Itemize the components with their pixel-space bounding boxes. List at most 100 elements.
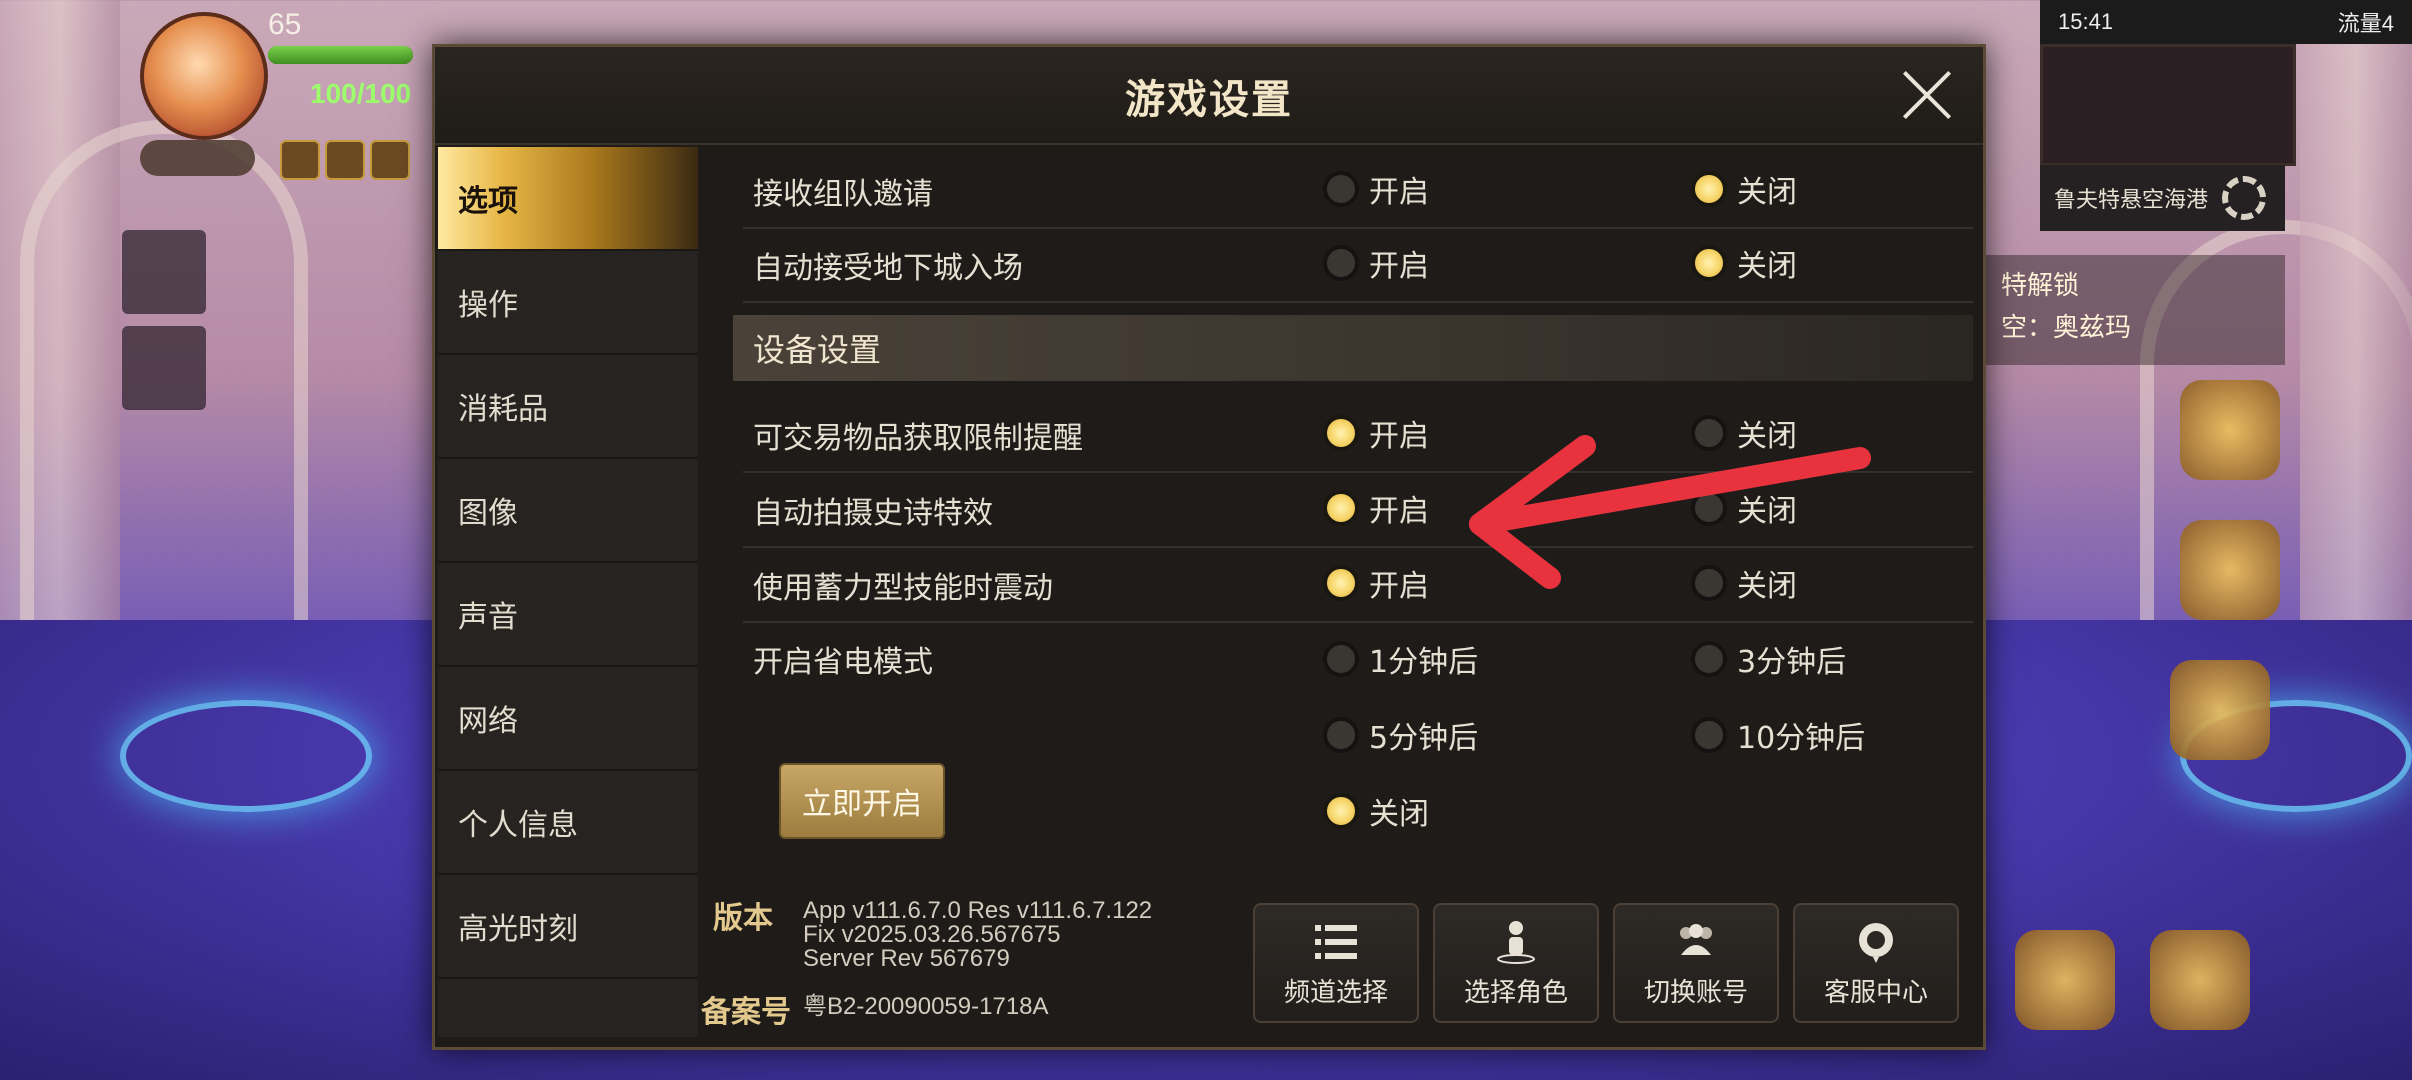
record-label: 备案号 <box>701 995 791 1030</box>
select-character-button[interactable]: 选择角色 <box>1433 903 1599 1023</box>
sidebar-item-options[interactable]: 选项 <box>438 147 698 251</box>
option-on[interactable]: 开启 <box>1323 167 1429 211</box>
mount-icon[interactable] <box>122 326 206 410</box>
gear-icon[interactable] <box>2222 176 2266 220</box>
radio-selected-icon <box>1323 415 1359 451</box>
device-status-bar: 15:41 流量4 <box>2040 0 2412 44</box>
setting-row-epic-capture: 自动拍摄史诗特效 开启 关闭 <box>743 472 1973 548</box>
sidebar-item-consumables[interactable]: 消耗品 <box>438 355 698 459</box>
shortcut-button[interactable] <box>2015 930 2115 1030</box>
option-3min[interactable]: 3分钟后 <box>1691 637 1846 681</box>
users-icon <box>1680 924 1712 955</box>
setting-label: 接收组队邀请 <box>753 177 933 212</box>
radio-icon <box>1691 641 1727 677</box>
option-label: 关闭 <box>1737 249 1797 284</box>
option-label: 开启 <box>1369 494 1429 529</box>
support-icon <box>1859 923 1893 963</box>
sidebar-item-sound[interactable]: 声音 <box>438 563 698 667</box>
option-10min[interactable]: 10分钟后 <box>1691 713 1865 757</box>
settings-content: 接收组队邀请 开启 关闭 自动接受地下城入场 开启 关闭 设备设置 可交易物品获… <box>703 147 1973 927</box>
option-1min[interactable]: 1分钟后 <box>1323 637 1478 681</box>
option-off[interactable]: 关闭 <box>1691 411 1797 455</box>
version-label: 版本 <box>713 901 773 936</box>
dialog-title: 游戏设置 <box>1125 77 1293 123</box>
shortcut-button[interactable] <box>2150 930 2250 1030</box>
player-avatar[interactable] <box>140 12 268 140</box>
radio-selected-icon <box>1323 490 1359 526</box>
option-on[interactable]: 开启 <box>1323 241 1429 285</box>
option-off[interactable]: 关闭 <box>1691 486 1797 530</box>
option-label: 开启 <box>1369 569 1429 604</box>
character-icon <box>1497 921 1535 964</box>
bg-pillar <box>2300 0 2412 640</box>
sidebar-item-network[interactable]: 网络 <box>438 667 698 771</box>
sidebar-item-profile[interactable]: 个人信息 <box>438 771 698 875</box>
option-off[interactable]: 关闭 <box>1691 561 1797 605</box>
button-label: 切换账号 <box>1643 978 1748 1008</box>
option-label: 关闭 <box>1737 569 1797 604</box>
radio-icon <box>1323 171 1359 207</box>
option-on[interactable]: 开启 <box>1323 561 1429 605</box>
minimap[interactable] <box>2040 44 2296 166</box>
option-off[interactable]: 关闭 <box>1691 167 1797 211</box>
bell-icon[interactable] <box>325 140 365 180</box>
scroll-icon[interactable] <box>122 230 206 314</box>
status-right: 流量4 <box>2337 11 2394 36</box>
player-level: 65 <box>268 8 302 41</box>
switch-account-button[interactable]: 切换账号 <box>1613 903 1779 1023</box>
quest-line: 特解锁 <box>2001 271 2080 301</box>
sidebar-item-label: 操作 <box>458 288 518 323</box>
sidebar-item-label: 消耗品 <box>458 392 548 427</box>
close-icon[interactable] <box>1899 67 1955 123</box>
status-time: 15:41 <box>2058 9 2114 34</box>
option-label: 关闭 <box>1737 175 1797 210</box>
option-label: 1分钟后 <box>1369 645 1479 680</box>
enable-now-button[interactable]: 立即开启 <box>779 763 945 839</box>
buff-icon[interactable] <box>280 140 320 180</box>
shortcut-button[interactable] <box>2170 660 2270 760</box>
hp-bar <box>268 46 413 64</box>
option-on[interactable]: 开启 <box>1323 486 1429 530</box>
setting-label: 自动拍摄史诗特效 <box>753 496 993 531</box>
sidebar-item-highlights[interactable]: 高光时刻 <box>438 875 698 979</box>
option-off[interactable]: 关闭 <box>1323 789 1429 833</box>
shortcut-button[interactable] <box>2180 520 2280 620</box>
buff-pill[interactable] <box>140 140 255 176</box>
fire-icon[interactable] <box>370 140 410 180</box>
option-label: 关闭 <box>1737 494 1797 529</box>
setting-row-charge-vibration: 使用蓄力型技能时震动 开启 关闭 <box>743 547 1973 623</box>
option-5min[interactable]: 5分钟后 <box>1323 713 1478 757</box>
radio-icon <box>1323 641 1359 677</box>
radio-icon <box>1691 565 1727 601</box>
radio-icon <box>1323 245 1359 281</box>
sidebar-item-graphics[interactable]: 图像 <box>438 459 698 563</box>
radio-selected-icon <box>1323 565 1359 601</box>
setting-label: 可交易物品获取限制提醒 <box>753 421 1083 456</box>
version-line: Fix v2025.03.26.567675 <box>803 921 1061 948</box>
quest-line: 空：奥兹玛 <box>2001 313 2132 343</box>
option-label: 开启 <box>1369 419 1429 454</box>
shortcut-button[interactable] <box>2180 380 2280 480</box>
bg-rune <box>120 700 372 812</box>
radio-icon <box>1691 717 1727 753</box>
dialog-header: 游戏设置 <box>435 47 1983 145</box>
radio-icon <box>1323 717 1359 753</box>
minimap-name: 鲁夫特悬空海港 <box>2054 188 2209 213</box>
setting-label: 开启省电模式 <box>753 645 933 680</box>
option-label: 10分钟后 <box>1737 721 1866 756</box>
sidebar-item-label: 网络 <box>458 704 518 739</box>
record-value: 粤B2-20090059-1718A <box>803 993 1049 1020</box>
channel-select-button[interactable]: 频道选择 <box>1253 903 1419 1023</box>
button-label: 频道选择 <box>1283 978 1388 1008</box>
quest-panel[interactable]: 特解锁 空：奥兹玛 <box>1985 255 2285 365</box>
option-label: 开启 <box>1369 249 1429 284</box>
option-off[interactable]: 关闭 <box>1691 241 1797 285</box>
section-title: 设备设置 <box>753 331 882 369</box>
player-hp: 100/100 <box>310 78 412 109</box>
button-label: 客服中心 <box>1823 978 1928 1008</box>
setting-row-trade-limit: 可交易物品获取限制提醒 开启 关闭 <box>743 397 1973 473</box>
sidebar-item-controls[interactable]: 操作 <box>438 251 698 355</box>
customer-service-button[interactable]: 客服中心 <box>1793 903 1959 1023</box>
radio-selected-icon <box>1691 171 1727 207</box>
option-on[interactable]: 开启 <box>1323 411 1429 455</box>
